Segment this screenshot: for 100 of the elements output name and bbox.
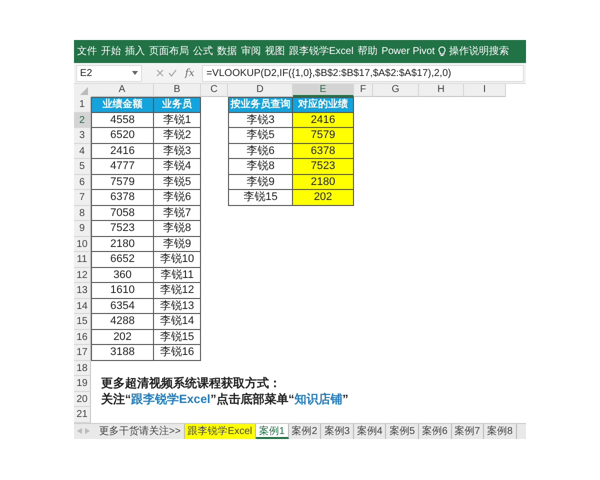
table-cell: 李锐6 [154, 190, 201, 206]
row-header[interactable]: 11 [74, 252, 91, 268]
row-header[interactable]: 1 [74, 97, 91, 112]
row-header[interactable]: 16 [74, 330, 91, 345]
search-field[interactable]: 操作说明搜索 [448, 40, 510, 63]
check-icon[interactable] [168, 69, 177, 77]
table-header-cell: 对应的业绩 [293, 97, 354, 112]
table-cell: 6520 [91, 128, 154, 144]
ribbon-tab[interactable]: 页面布局 [148, 40, 190, 63]
table-cell: 7523 [91, 221, 154, 236]
table-cell: 李锐15 [154, 330, 201, 345]
table-cell: 360 [91, 268, 154, 283]
table-cell: 李锐7 [154, 206, 201, 221]
insert-function-button[interactable]: fx [181, 66, 198, 80]
column-header[interactable]: G [373, 84, 419, 97]
column-header[interactable]: B [154, 84, 201, 97]
sheet-tab[interactable]: 案例2 [288, 424, 322, 438]
cancel-icon[interactable] [156, 69, 164, 77]
table-header-cell: 业务员 [154, 97, 201, 112]
ribbon-tab[interactable]: Power Pivot [380, 40, 436, 63]
row-header[interactable]: 18 [74, 360, 91, 376]
table-cell: 李锐2 [154, 128, 201, 144]
table-cell: 李锐12 [154, 283, 201, 298]
row-header[interactable]: 13 [74, 283, 91, 298]
table-header-cell: 按业务员查询 [228, 97, 293, 112]
table-cell: 李锐3 [154, 144, 201, 159]
cell-reference: E2 [80, 66, 92, 80]
formula-field[interactable]: =VLOOKUP(D2,IF({1,0},$B$2:$B$17,$A$2:$A$17),2,0) [202, 64, 524, 82]
table-cell: 3188 [91, 345, 154, 360]
table-cell: 7579 [293, 128, 354, 144]
table-cell: 202 [91, 330, 154, 345]
table-cell: 李锐5 [154, 174, 201, 190]
table-cell: 6378 [293, 144, 354, 159]
row-header[interactable]: 14 [74, 298, 91, 314]
table-cell: 202 [293, 190, 354, 206]
select-all-icon[interactable] [74, 84, 91, 97]
ribbon-tab[interactable]: 审阅 [240, 40, 262, 63]
table-cell: 7579 [91, 174, 154, 190]
previous-sheet-icon[interactable] [77, 428, 82, 434]
table-cell: 李锐8 [154, 221, 201, 236]
name-box[interactable]: E2 [76, 64, 142, 82]
table-cell: 1610 [91, 283, 154, 298]
row-header[interactable]: 6 [74, 174, 91, 190]
row-header[interactable]: 5 [74, 159, 91, 174]
table-header-cell: 业绩金额 [91, 97, 154, 112]
ribbon-tab[interactable]: 数据 [216, 40, 238, 63]
ribbon-tab[interactable]: 插入 [124, 40, 146, 63]
column-header[interactable]: A [91, 84, 154, 97]
table-cell: 李锐4 [154, 159, 201, 174]
table-cell: 李锐13 [154, 298, 201, 314]
note-text: 关注“跟李锐学Excel”点击底部菜单“知识店铺” [100, 392, 350, 407]
column-header[interactable]: F [354, 84, 373, 97]
caret-icon[interactable] [132, 71, 138, 75]
table-cell: 6378 [91, 190, 154, 206]
table-cell: 李锐10 [154, 252, 201, 268]
ribbon-tab[interactable]: 公式 [192, 40, 214, 63]
table-cell: 李锐9 [154, 236, 201, 252]
table-cell: 4288 [91, 314, 154, 330]
sheet-tab[interactable]: 案例1 [256, 424, 289, 438]
row-header[interactable]: 10 [74, 236, 91, 252]
column-header[interactable]: D [228, 84, 293, 97]
table-cell: 4558 [91, 112, 154, 128]
sheet-tab[interactable]: 案例7 [452, 424, 484, 438]
row-header[interactable]: 4 [74, 144, 91, 159]
table-cell: 4777 [91, 159, 154, 174]
next-sheet-icon[interactable] [85, 428, 90, 434]
table-cell: 2180 [91, 236, 154, 252]
row-header[interactable]: 12 [74, 268, 91, 283]
sheet-tab[interactable]: 更多干货请关注>> [96, 424, 185, 438]
table-cell: 7058 [91, 206, 154, 221]
column-header[interactable]: C [201, 84, 228, 97]
table-cell: 2180 [293, 174, 354, 190]
note-text: 更多超清视频系统课程获取方式： [100, 376, 282, 392]
row-header[interactable]: 20 [74, 392, 91, 407]
ribbon-tab[interactable]: 帮助 [356, 40, 378, 63]
table-cell: 2416 [91, 144, 154, 159]
row-header[interactable]: 7 [74, 190, 91, 206]
ribbon-tab[interactable]: 跟李锐学Excel [288, 40, 354, 63]
table-cell: 李锐14 [154, 314, 201, 330]
row-header[interactable]: 17 [74, 345, 91, 360]
table-cell: 李锐1 [154, 112, 201, 128]
sheet-tab[interactable]: 案例8 [484, 424, 517, 438]
ribbon-tab[interactable]: 开始 [100, 40, 122, 63]
column-header[interactable]: E [293, 84, 354, 97]
table-cell: 李锐11 [154, 268, 201, 283]
row-header[interactable]: 21 [74, 407, 91, 422]
ribbon-tab[interactable]: 文件 [76, 40, 98, 63]
sheet-tab[interactable]: 跟李锐学Excel [184, 424, 256, 438]
row-header[interactable]: 9 [74, 221, 91, 236]
row-header[interactable]: 8 [74, 206, 91, 221]
table-cell: 6652 [91, 252, 154, 268]
ribbon-tab[interactable]: 视图 [264, 40, 286, 63]
lightbulb-icon[interactable] [438, 46, 446, 57]
table-cell: 2416 [293, 112, 354, 128]
column-header[interactable]: I [464, 84, 506, 97]
column-header[interactable]: H [419, 84, 464, 97]
row-header[interactable]: 19 [74, 376, 91, 392]
row-header[interactable]: 3 [74, 128, 91, 144]
row-header[interactable]: 15 [74, 314, 91, 330]
row-header[interactable]: 2 [74, 112, 91, 128]
